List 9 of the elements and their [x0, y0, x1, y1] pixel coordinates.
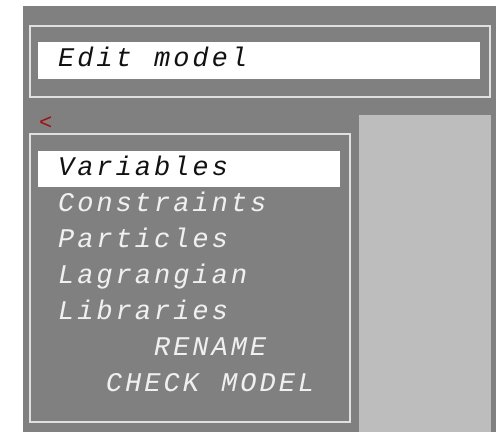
menu-item[interactable]: RENAME [38, 331, 340, 367]
menu-item[interactable]: CHECK MODEL [38, 367, 340, 403]
title-field: Edit model [38, 42, 480, 79]
menu-item[interactable]: Particles [38, 223, 340, 259]
menu-item[interactable]: Constraints [38, 187, 340, 223]
menu-item[interactable]: Lagrangian [38, 259, 340, 295]
menu-item[interactable]: Libraries [38, 295, 340, 331]
back-button[interactable]: < [39, 115, 55, 133]
menu-item[interactable]: Variables [38, 151, 340, 187]
